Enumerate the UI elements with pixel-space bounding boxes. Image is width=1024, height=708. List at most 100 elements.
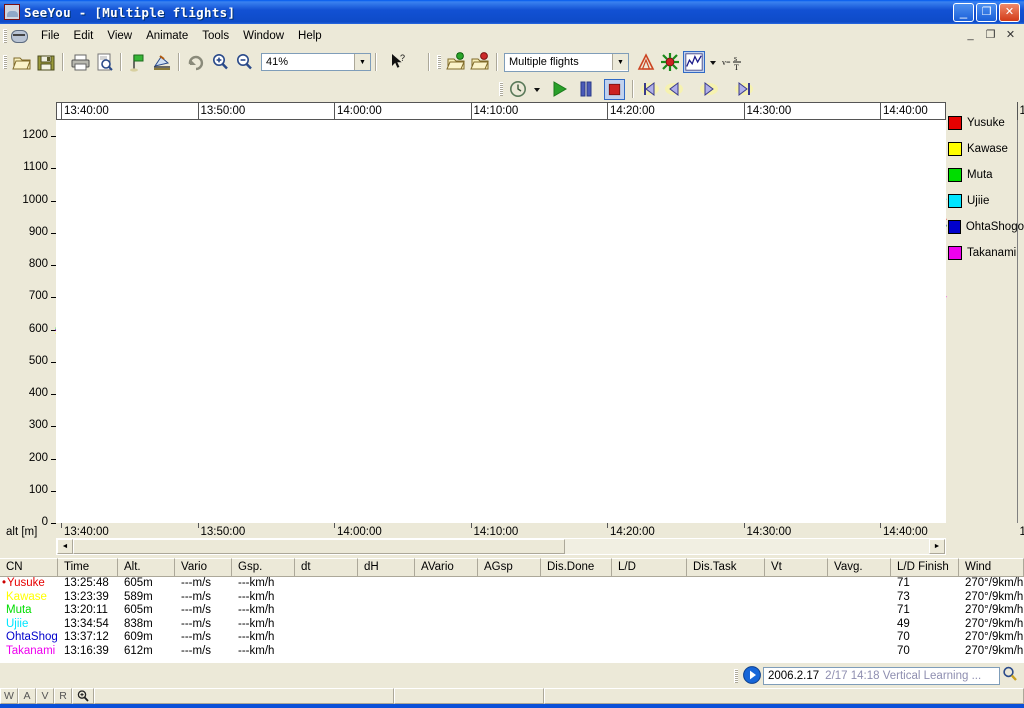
- status-cell-a[interactable]: A: [18, 688, 36, 704]
- clock-dropdown-icon[interactable]: [531, 78, 543, 100]
- y-tick-label: 1200: [22, 129, 48, 142]
- player-grip[interactable]: [734, 669, 738, 683]
- step-backward-button[interactable]: [663, 78, 685, 100]
- chevron-down-icon[interactable]: ▼: [354, 54, 370, 70]
- save-icon[interactable]: [35, 51, 57, 73]
- menu-item-view[interactable]: View: [100, 27, 139, 45]
- menu-grip[interactable]: [3, 29, 7, 43]
- status-zoom-icon[interactable]: [72, 688, 94, 704]
- table-cell-gsp: ---km/h: [238, 617, 275, 630]
- table-column-header[interactable]: Wind: [959, 558, 1024, 576]
- minimize-button[interactable]: _: [953, 2, 974, 22]
- open-icon[interactable]: [11, 51, 33, 73]
- table-column-header[interactable]: Vavg.: [828, 558, 891, 576]
- chart-legend[interactable]: Yusuke Kawase Muta Ujiie OhtaShogo Takanami: [948, 110, 1024, 266]
- legend-item[interactable]: Kawase: [948, 136, 1024, 162]
- graph-dropdown-icon[interactable]: [707, 51, 719, 73]
- menu-item-tools[interactable]: Tools: [195, 27, 236, 45]
- context-help-icon[interactable]: ?: [387, 51, 409, 73]
- print-icon[interactable]: [69, 51, 91, 73]
- table-column-header[interactable]: CN: [0, 558, 58, 576]
- table-cell-agsp: [478, 618, 541, 632]
- legend-item[interactable]: Takanami: [948, 240, 1024, 266]
- table-column-header[interactable]: L/D: [612, 558, 687, 576]
- flight-data-table[interactable]: CN Time Alt. Vario Gsp. dt dH AVario AGsp Dis.Don…: [0, 558, 1024, 663]
- menu-item-window[interactable]: Window: [236, 27, 291, 45]
- flight-properties-icon[interactable]: [659, 51, 681, 73]
- zoom-in-icon[interactable]: [209, 51, 231, 73]
- chart-horizontal-scrollbar[interactable]: ◄ ►: [56, 538, 946, 555]
- maximize-button[interactable]: ❐: [976, 2, 997, 22]
- clock-icon[interactable]: [507, 78, 529, 100]
- stop-button[interactable]: [604, 78, 625, 100]
- step-forward-button[interactable]: [698, 78, 720, 100]
- play-circle-icon[interactable]: [742, 665, 762, 687]
- legend-item[interactable]: OhtaShogo: [948, 214, 1024, 240]
- status-cell-v[interactable]: V: [36, 688, 54, 704]
- menu-item-help[interactable]: Help: [291, 27, 329, 45]
- table-column-header[interactable]: Dis.Task: [687, 558, 765, 576]
- magnifier-icon[interactable]: [1001, 665, 1019, 687]
- table-column-header[interactable]: dt: [295, 558, 358, 576]
- table-row[interactable]: •Yusuke 13:25:48 605m ---m/s ---km/h 71 270°/9…: [0, 577, 1024, 591]
- toolbar-grip-1[interactable]: [3, 55, 7, 69]
- close-flight-icon[interactable]: [469, 51, 491, 73]
- table-row[interactable]: OhtaShogo 13:37:12 609m ---m/s ---km/h 70 270°…: [0, 631, 1024, 645]
- graph-view-button[interactable]: [683, 51, 705, 73]
- pause-button[interactable]: [575, 78, 597, 100]
- table-column-header[interactable]: Vario: [175, 558, 232, 576]
- fast-backward-button[interactable]: [639, 78, 661, 100]
- zoom-level-combo[interactable]: 41% ▼: [261, 53, 371, 71]
- statistics-icon[interactable]: [635, 51, 657, 73]
- table-body[interactable]: •Yusuke 13:25:48 605m ---m/s ---km/h 71 270°/9…: [0, 577, 1024, 658]
- waypoints-icon[interactable]: [127, 51, 149, 73]
- table-column-header[interactable]: AGsp: [478, 558, 541, 576]
- legend-item[interactable]: Yusuke: [948, 110, 1024, 136]
- table-column-header[interactable]: Time: [58, 558, 118, 576]
- table-row[interactable]: Muta 13:20:11 605m ---m/s ---km/h 71 270°/9km/…: [0, 604, 1024, 618]
- scroll-right-button[interactable]: ►: [929, 539, 945, 554]
- flight-info-field[interactable]: 2006.2.17 2/17 14:18 Vertical Learning .…: [763, 667, 1000, 685]
- table-column-header[interactable]: Gsp.: [232, 558, 295, 576]
- minimize-icon: _: [959, 3, 968, 19]
- undo-icon[interactable]: [185, 51, 207, 73]
- play-button[interactable]: [548, 78, 570, 100]
- table-column-header[interactable]: Alt.: [118, 558, 175, 576]
- x-tick-label-bottom: 14:10:00: [473, 526, 519, 538]
- plot-area[interactable]: [56, 120, 946, 523]
- status-cell-r[interactable]: R: [54, 688, 72, 704]
- scroll-left-button[interactable]: ◄: [57, 539, 73, 554]
- chevron-down-icon[interactable]: ▼: [612, 54, 628, 70]
- table-row[interactable]: Takanami 13:16:39 612m ---m/s ---km/h 70 270°/…: [0, 645, 1024, 659]
- close-button[interactable]: ✕: [999, 2, 1020, 22]
- flight-select-combo[interactable]: Multiple flights ▼: [504, 52, 629, 72]
- units-icon[interactable]: v= s T: [721, 51, 747, 73]
- legend-item[interactable]: Muta: [948, 162, 1024, 188]
- table-column-header[interactable]: dH: [358, 558, 415, 576]
- scroll-thumb[interactable]: [73, 539, 565, 554]
- mdi-close-button[interactable]: ✕: [1004, 29, 1017, 43]
- status-cell-w[interactable]: W: [0, 688, 18, 704]
- open-flight-icon[interactable]: [445, 51, 467, 73]
- mdi-restore-button[interactable]: ❐: [984, 29, 997, 43]
- print-preview-icon[interactable]: [93, 51, 115, 73]
- table-column-header[interactable]: AVario: [415, 558, 478, 576]
- altitude-chart[interactable]: 0 100 200 300 400 500 600 700 800 900 1000 1100 1200…: [0, 102, 1024, 542]
- table-cell-disdone: [541, 645, 612, 659]
- menu-item-animate[interactable]: Animate: [139, 27, 195, 45]
- fast-forward-button[interactable]: [733, 78, 755, 100]
- legend-item[interactable]: Ujiie: [948, 188, 1024, 214]
- menu-item-edit[interactable]: Edit: [67, 27, 101, 45]
- toolbar-grip-2[interactable]: [437, 55, 441, 69]
- table-row[interactable]: Ujiie 13:34:54 838m ---m/s ---km/h 49 270°/9km…: [0, 618, 1024, 632]
- table-column-header[interactable]: Dis.Done: [541, 558, 612, 576]
- table-column-header[interactable]: Vt: [765, 558, 828, 576]
- mdi-minimize-button[interactable]: _: [964, 29, 977, 43]
- menu-item-file[interactable]: File: [34, 27, 67, 45]
- table-column-header[interactable]: L/D Finish: [891, 558, 959, 576]
- table-cell-disdone: [541, 591, 612, 605]
- animate-toolbar-grip[interactable]: [499, 82, 503, 96]
- task-icon[interactable]: [151, 51, 173, 73]
- table-row[interactable]: Kawase 13:23:39 589m ---m/s ---km/h 73 270°/9k…: [0, 591, 1024, 605]
- zoom-out-icon[interactable]: [233, 51, 255, 73]
